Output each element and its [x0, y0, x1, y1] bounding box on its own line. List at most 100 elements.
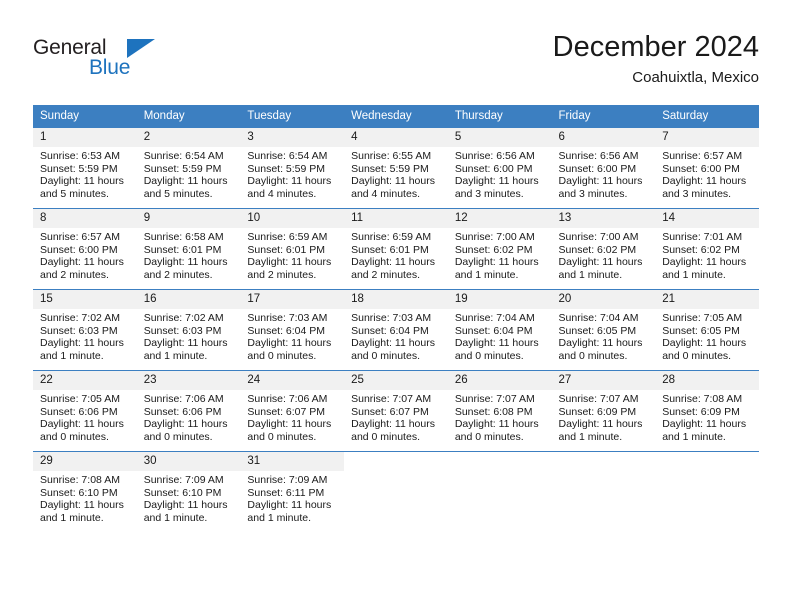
calendar-day-cell[interactable]: 17 Sunrise: 7:03 AM Sunset: 6:04 PM Dayligh…: [240, 289, 345, 371]
sunrise-text: Sunrise: 6:54 AM: [247, 150, 328, 162]
calendar-day-cell[interactable]: 2 Sunrise: 6:54 AM Sunset: 5:59 PM Daylight…: [136, 127, 241, 209]
day-details: Sunrise: 6:54 AM Sunset: 5:59 PM Daylight:…: [240, 147, 344, 200]
day-number: 23: [136, 371, 241, 390]
day-details: Sunrise: 7:00 AM Sunset: 6:02 PM Daylight:…: [552, 228, 656, 281]
daylight-text: Daylight: 11 hours and 1 minute.: [247, 499, 332, 524]
calendar-day-cell[interactable]: 31 Sunrise: 7:09 AM Sunset: 6:11 PM Dayligh…: [240, 451, 345, 532]
sunset-text: Sunset: 5:59 PM: [351, 162, 429, 175]
calendar-day-cell[interactable]: 26 Sunrise: 7:07 AM Sunset: 6:08 PM Dayligh…: [447, 370, 552, 452]
calendar-day-cell[interactable]: 14 Sunrise: 7:01 AM Sunset: 6:02 PM Dayligh…: [655, 208, 759, 290]
calendar-day-cell[interactable]: 30 Sunrise: 7:09 AM Sunset: 6:10 PM Dayligh…: [136, 451, 241, 532]
calendar-day-cell[interactable]: 19 Sunrise: 7:04 AM Sunset: 6:04 PM Dayligh…: [447, 289, 552, 371]
calendar-day-cell[interactable]: 29 Sunrise: 7:08 AM Sunset: 6:10 PM Dayligh…: [33, 451, 137, 532]
daylight-text: Daylight: 11 hours and 1 minute.: [662, 418, 747, 443]
day-number: 6: [551, 128, 656, 147]
daylight-text: Daylight: 11 hours and 0 minutes.: [662, 337, 747, 362]
calendar-day-cell[interactable]: 3 Sunrise: 6:54 AM Sunset: 5:59 PM Daylight…: [240, 127, 345, 209]
calendar-day-cell[interactable]: 10 Sunrise: 6:59 AM Sunset: 6:01 PM Dayligh…: [240, 208, 345, 290]
daylight-text: Daylight: 11 hours and 0 minutes.: [454, 418, 539, 443]
sunset-text: Sunset: 5:59 PM: [40, 162, 118, 175]
sunset-text: Sunset: 6:00 PM: [662, 162, 740, 175]
calendar-week-row: 15 Sunrise: 7:02 AM Sunset: 6:03 PM Dayligh…: [33, 289, 759, 371]
day-number: 3: [240, 128, 345, 147]
calendar-day-cell[interactable]: 6 Sunrise: 6:56 AM Sunset: 6:00 PM Daylight…: [551, 127, 656, 209]
day-details: Sunrise: 6:59 AM Sunset: 6:01 PM Daylight:…: [344, 228, 448, 281]
calendar-day-cell[interactable]: 16 Sunrise: 7:02 AM Sunset: 6:03 PM Dayligh…: [136, 289, 241, 371]
calendar-day-cell[interactable]: 11 Sunrise: 6:59 AM Sunset: 6:01 PM Dayligh…: [344, 208, 448, 290]
day-details: Sunrise: 7:05 AM Sunset: 6:06 PM Daylight:…: [33, 390, 137, 443]
sunset-text: Sunset: 6:09 PM: [662, 405, 740, 418]
general-blue-logo: General Blue: [33, 36, 163, 84]
calendar-day-cell[interactable]: 21 Sunrise: 7:05 AM Sunset: 6:05 PM Dayligh…: [655, 289, 759, 371]
sunset-text: Sunset: 6:08 PM: [454, 405, 533, 418]
sunrise-text: Sunrise: 7:09 AM: [143, 474, 224, 486]
day-details: Sunrise: 7:04 AM Sunset: 6:05 PM Daylight:…: [552, 309, 656, 362]
sunset-text: Sunset: 6:00 PM: [558, 162, 637, 175]
sunrise-text: Sunrise: 6:57 AM: [662, 150, 743, 162]
sunrise-text: Sunrise: 6:55 AM: [351, 150, 432, 162]
day-number: 29: [33, 452, 137, 471]
sunrise-text: Sunrise: 7:08 AM: [40, 474, 120, 486]
sunrise-text: Sunrise: 7:09 AM: [247, 474, 328, 486]
day-details: Sunrise: 7:02 AM Sunset: 6:03 PM Daylight:…: [137, 309, 241, 362]
calendar-day-cell[interactable]: 8 Sunrise: 6:57 AM Sunset: 6:00 PM Daylight…: [33, 208, 137, 290]
day-details: Sunrise: 7:01 AM Sunset: 6:02 PM Daylight:…: [655, 228, 759, 281]
calendar-day-cell[interactable]: 7 Sunrise: 6:57 AM Sunset: 6:00 PM Daylight…: [655, 127, 759, 209]
calendar-day-cell[interactable]: 13 Sunrise: 7:00 AM Sunset: 6:02 PM Dayligh…: [551, 208, 656, 290]
weekday-header-friday: Friday: [551, 105, 656, 128]
logo-text-blue: Blue: [89, 56, 131, 79]
day-details: Sunrise: 6:56 AM Sunset: 6:00 PM Daylight:…: [448, 147, 552, 200]
daylight-text: Daylight: 11 hours and 2 minutes.: [247, 256, 332, 281]
calendar-day-cell[interactable]: 4 Sunrise: 6:55 AM Sunset: 5:59 PM Daylight…: [344, 127, 448, 209]
sunrise-text: Sunrise: 7:02 AM: [143, 312, 224, 324]
sunrise-text: Sunrise: 6:57 AM: [40, 231, 120, 243]
daylight-text: Daylight: 11 hours and 5 minutes.: [40, 175, 124, 200]
sunset-text: Sunset: 6:04 PM: [351, 324, 429, 337]
calendar-day-cell[interactable]: 15 Sunrise: 7:02 AM Sunset: 6:03 PM Dayligh…: [33, 289, 137, 371]
day-number: 2: [136, 128, 241, 147]
day-details: Sunrise: 7:07 AM Sunset: 6:09 PM Daylight:…: [552, 390, 656, 443]
day-number: 18: [344, 290, 448, 309]
sunset-text: Sunset: 6:07 PM: [351, 405, 429, 418]
day-number: 27: [551, 371, 656, 390]
calendar-day-cell[interactable]: 1 Sunrise: 6:53 AM Sunset: 5:59 PM Daylight…: [33, 127, 137, 209]
calendar-day-cell[interactable]: 27 Sunrise: 7:07 AM Sunset: 6:09 PM Dayligh…: [551, 370, 656, 452]
triangle-icon: [127, 39, 155, 58]
sunset-text: Sunset: 6:05 PM: [558, 324, 637, 337]
sunset-text: Sunset: 6:01 PM: [351, 243, 429, 256]
sunset-text: Sunset: 6:03 PM: [143, 324, 222, 337]
sunrise-text: Sunrise: 6:58 AM: [143, 231, 224, 243]
daylight-text: Daylight: 11 hours and 0 minutes.: [247, 418, 332, 443]
calendar-week-row: 29 Sunrise: 7:08 AM Sunset: 6:10 PM Dayligh…: [33, 451, 759, 532]
sunset-text: Sunset: 6:02 PM: [662, 243, 740, 256]
calendar-day-cell[interactable]: 20 Sunrise: 7:04 AM Sunset: 6:05 PM Dayligh…: [551, 289, 656, 371]
calendar-day-cell-empty: [344, 451, 448, 532]
calendar-day-cell[interactable]: 23 Sunrise: 7:06 AM Sunset: 6:06 PM Dayligh…: [136, 370, 241, 452]
calendar-day-cell[interactable]: 28 Sunrise: 7:08 AM Sunset: 6:09 PM Dayligh…: [655, 370, 759, 452]
day-details: Sunrise: 7:08 AM Sunset: 6:10 PM Daylight:…: [33, 471, 137, 524]
sunrise-text: Sunrise: 6:56 AM: [558, 150, 639, 162]
day-number: 8: [33, 209, 137, 228]
day-number: 1: [33, 128, 137, 147]
calendar-day-cell[interactable]: 5 Sunrise: 6:56 AM Sunset: 6:00 PM Daylight…: [447, 127, 552, 209]
sunrise-text: Sunrise: 7:00 AM: [454, 231, 535, 243]
calendar-day-cell[interactable]: 24 Sunrise: 7:06 AM Sunset: 6:07 PM Dayligh…: [240, 370, 345, 452]
calendar-day-cell[interactable]: 25 Sunrise: 7:07 AM Sunset: 6:07 PM Dayligh…: [344, 370, 448, 452]
day-details: Sunrise: 6:55 AM Sunset: 5:59 PM Daylight:…: [344, 147, 448, 200]
sunrise-text: Sunrise: 7:07 AM: [558, 393, 639, 405]
daylight-text: Daylight: 11 hours and 3 minutes.: [558, 175, 643, 200]
page-title: December 2024: [552, 31, 759, 63]
page-subtitle: Coahuixtla, Mexico: [632, 69, 759, 86]
calendar-day-cell[interactable]: 12 Sunrise: 7:00 AM Sunset: 6:02 PM Dayligh…: [447, 208, 552, 290]
day-number: 28: [655, 371, 759, 390]
calendar-day-cell[interactable]: 22 Sunrise: 7:05 AM Sunset: 6:06 PM Dayligh…: [33, 370, 137, 452]
daylight-text: Daylight: 11 hours and 4 minutes.: [351, 175, 435, 200]
calendar-day-cell[interactable]: 9 Sunrise: 6:58 AM Sunset: 6:01 PM Daylight…: [136, 208, 241, 290]
sunrise-text: Sunrise: 7:05 AM: [662, 312, 743, 324]
day-number: 7: [655, 128, 759, 147]
calendar-day-cell[interactable]: 18 Sunrise: 7:03 AM Sunset: 6:04 PM Dayligh…: [344, 289, 448, 371]
daylight-text: Daylight: 11 hours and 3 minutes.: [662, 175, 747, 200]
day-details: Sunrise: 7:06 AM Sunset: 6:06 PM Daylight:…: [137, 390, 241, 443]
sunset-text: Sunset: 6:00 PM: [454, 162, 533, 175]
day-number: 14: [655, 209, 759, 228]
